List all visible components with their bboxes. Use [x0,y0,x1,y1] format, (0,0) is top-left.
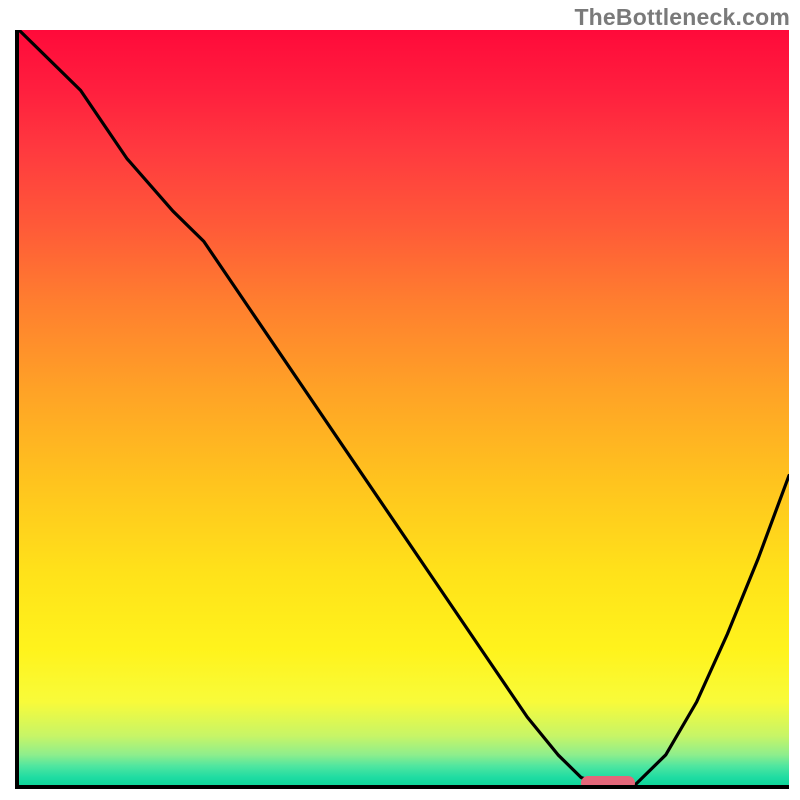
watermark-text: TheBottleneck.com [574,4,790,31]
chart-canvas: TheBottleneck.com [0,0,800,800]
optimal-marker [581,776,635,789]
bottleneck-curve [19,30,789,785]
plot-area [15,30,789,789]
